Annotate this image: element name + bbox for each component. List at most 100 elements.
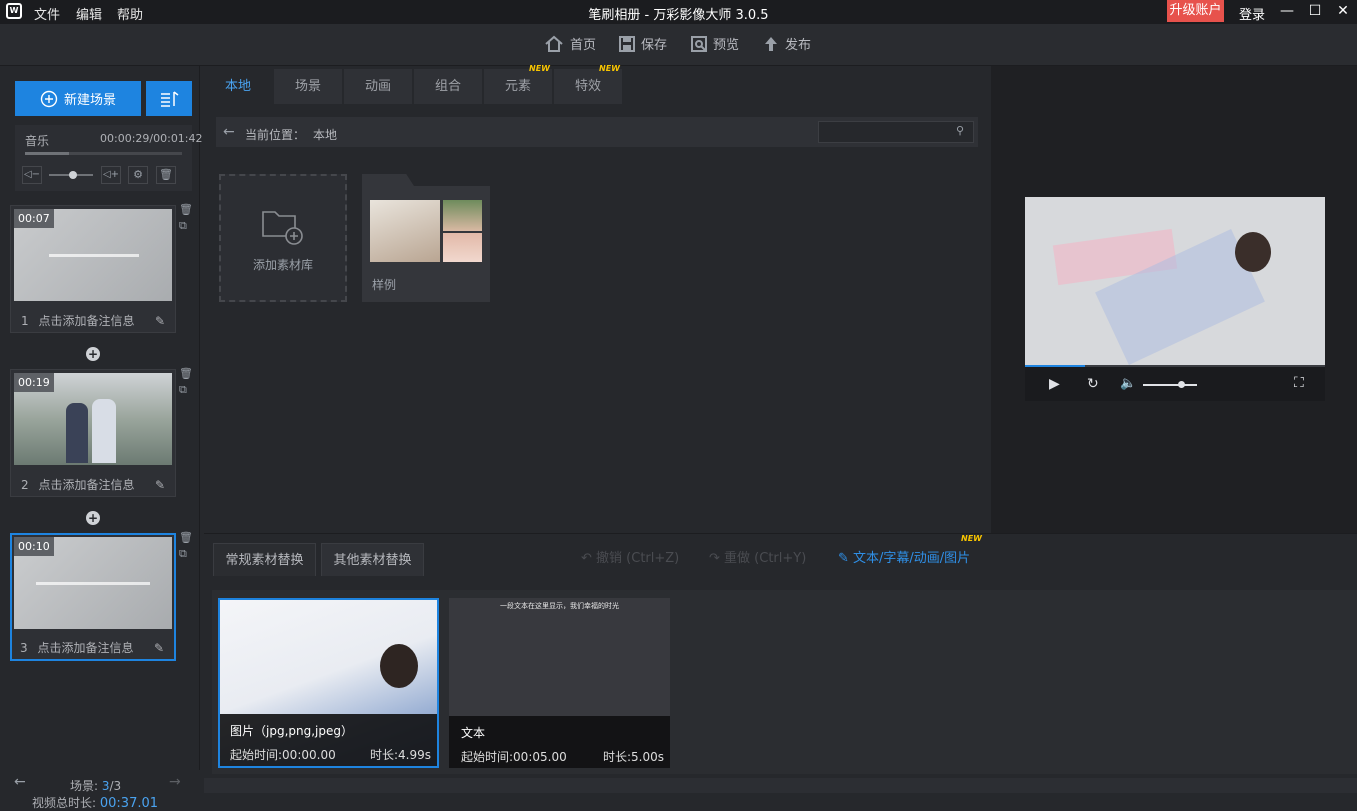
undo-icon: ↶ <box>581 551 592 566</box>
scene-sort-button[interactable] <box>146 81 192 116</box>
scene-note[interactable]: 点击添加备注信息 <box>37 641 133 655</box>
scene-text-line <box>49 254 139 257</box>
window-title: 笔刷相册 - 万彩影像大师 3.0.5 <box>588 8 769 23</box>
volume-icon[interactable]: 🔈 <box>1120 376 1136 391</box>
login-button[interactable]: 登录 <box>1239 4 1265 23</box>
replay-icon[interactable]: ↻ <box>1087 376 1099 392</box>
preview-button[interactable]: 预览 <box>691 34 739 53</box>
card-caption: 一段文本在这里显示，我们幸福的时光 <box>500 602 619 610</box>
scene-duration: 00:07 <box>14 209 54 228</box>
scene-card-1[interactable]: 00:07 1 点击添加备注信息 ✎ <box>10 205 176 333</box>
scene-note[interactable]: 点击添加备注信息 <box>38 314 134 328</box>
new-scene-button[interactable]: 新建场景 <box>15 81 141 116</box>
music-progress-track[interactable] <box>25 152 182 155</box>
publish-icon <box>765 36 777 51</box>
sample-photo <box>443 233 482 262</box>
preview-volume-slider[interactable] <box>1143 381 1197 388</box>
scene-footer: 3 点击添加备注信息 ✎ <box>12 637 174 659</box>
material-card-text[interactable]: 一段文本在这里显示，我们幸福的时光 文本 起始时间:00:05.00 时长:5.… <box>449 598 670 768</box>
preview-label: 预览 <box>713 38 740 53</box>
redo-button[interactable]: ↷ 重做 (Ctrl+Y) <box>709 547 806 566</box>
location-value[interactable]: 本地 <box>313 126 337 143</box>
tab-group[interactable]: 组合 <box>414 69 482 104</box>
pencil-icon: ✎ <box>838 551 849 566</box>
sample-folder[interactable]: 样例 <box>362 186 490 302</box>
save-icon <box>619 35 635 52</box>
next-scene-icon[interactable]: → <box>169 774 181 790</box>
close-button[interactable]: ✕ <box>1334 4 1352 18</box>
fullscreen-icon[interactable]: ⛶ <box>1294 375 1304 391</box>
prev-scene-icon[interactable]: ← <box>14 774 26 790</box>
scene-index: 1 <box>21 314 29 328</box>
maximize-button[interactable]: ☐ <box>1306 4 1324 18</box>
trash-icon[interactable]: 🗑 <box>156 166 176 184</box>
volume-knob[interactable] <box>1177 381 1185 388</box>
edit-icon[interactable]: ✎ <box>154 637 164 659</box>
scene-index: 3 <box>20 641 28 655</box>
card-type: 文本 <box>461 726 486 740</box>
card-info: 图片（jpg,png,jpeg） 起始时间:00:00.00 时长:4.99s <box>220 714 437 766</box>
undo-label: 撤销 (Ctrl+Z) <box>596 551 680 566</box>
tab-animation[interactable]: 动画 <box>344 69 412 104</box>
new-badge: NEW <box>961 534 982 543</box>
scene-note[interactable]: 点击添加备注信息 <box>38 478 134 492</box>
couple-figure <box>92 399 116 463</box>
girl-portrait <box>380 644 418 688</box>
horizontal-scrollbar[interactable] <box>204 778 1357 793</box>
main-toolbar <box>0 24 1357 66</box>
sample-photo <box>443 200 482 231</box>
home-button[interactable]: 首页 <box>544 34 596 53</box>
copy-scene-icon[interactable]: ⧉ <box>179 383 187 397</box>
tab-regular-replace[interactable]: 常规素材替换 <box>213 543 316 576</box>
copy-scene-icon[interactable]: ⧉ <box>179 547 187 561</box>
scene-counter-label: 场景: <box>70 779 99 793</box>
tab-elements[interactable]: 元素 <box>484 69 552 104</box>
scene-duration: 00:10 <box>14 537 54 556</box>
scene-card-2[interactable]: 00:19 2 点击添加备注信息 ✎ <box>10 369 176 497</box>
text-subtitle-button[interactable]: ✎ 文本/字幕/动画/图片 <box>838 547 970 566</box>
copy-scene-icon[interactable]: ⧉ <box>179 219 187 233</box>
play-icon[interactable]: ▶ <box>1049 376 1060 392</box>
location-label: 当前位置： <box>245 128 306 142</box>
volume-down-icon[interactable]: ◁− <box>22 166 42 184</box>
save-button[interactable]: 保存 <box>619 34 667 53</box>
delete-scene-icon[interactable]: 🗑 <box>179 203 193 217</box>
add-scene-icon[interactable]: + <box>86 347 100 361</box>
save-label: 保存 <box>641 38 668 53</box>
delete-scene-icon[interactable]: 🗑 <box>179 367 193 381</box>
undo-button[interactable]: ↶ 撤销 (Ctrl+Z) <box>581 547 679 566</box>
scene-duration: 00:19 <box>14 373 54 392</box>
redo-icon: ↷ <box>709 551 720 566</box>
volume-up-icon[interactable]: ◁+ <box>101 166 121 184</box>
preview-video[interactable] <box>1025 197 1325 367</box>
scene-card-3[interactable]: 00:10 3 点击添加备注信息 ✎ <box>10 533 176 661</box>
upgrade-button[interactable]: 升级账户 <box>1167 0 1224 22</box>
publish-button[interactable]: 发布 <box>763 34 811 53</box>
delete-scene-icon[interactable]: 🗑 <box>179 531 193 545</box>
minimize-button[interactable]: — <box>1278 4 1296 18</box>
add-library-button[interactable]: 添加素材库 <box>219 174 347 302</box>
music-volume-slider[interactable] <box>49 171 93 179</box>
material-card-image[interactable]: 图片（jpg,png,jpeg） 起始时间:00:00.00 时长:4.99s <box>218 598 439 768</box>
total-duration: 视频总时长: 00:37.01 <box>32 794 158 811</box>
tab-other-replace[interactable]: 其他素材替换 <box>321 543 424 576</box>
back-arrow-icon[interactable]: ← <box>223 124 235 140</box>
tab-scene[interactable]: 场景 <box>274 69 342 104</box>
search-icon[interactable]: ⚲ <box>956 124 964 137</box>
new-badge: NEW <box>599 64 620 73</box>
tab-effects[interactable]: 特效 <box>554 69 622 104</box>
girl-portrait <box>1235 232 1271 272</box>
add-folder-icon <box>262 211 303 245</box>
card-duration: 时长:5.00s <box>602 750 664 764</box>
scene-index: 2 <box>21 478 29 492</box>
home-icon <box>545 35 563 52</box>
edit-icon[interactable]: ✎ <box>155 310 165 332</box>
music-time: 00:00:29/00:01:42 <box>100 132 203 145</box>
add-library-label: 添加素材库 <box>252 258 313 272</box>
gear-icon[interactable]: ⚙ <box>128 166 148 184</box>
sort-list-icon <box>161 90 179 107</box>
add-scene-icon[interactable]: + <box>86 511 100 525</box>
edit-icon[interactable]: ✎ <box>155 474 165 496</box>
library-search-input[interactable] <box>818 121 974 143</box>
tab-local[interactable]: 本地 <box>204 69 272 104</box>
